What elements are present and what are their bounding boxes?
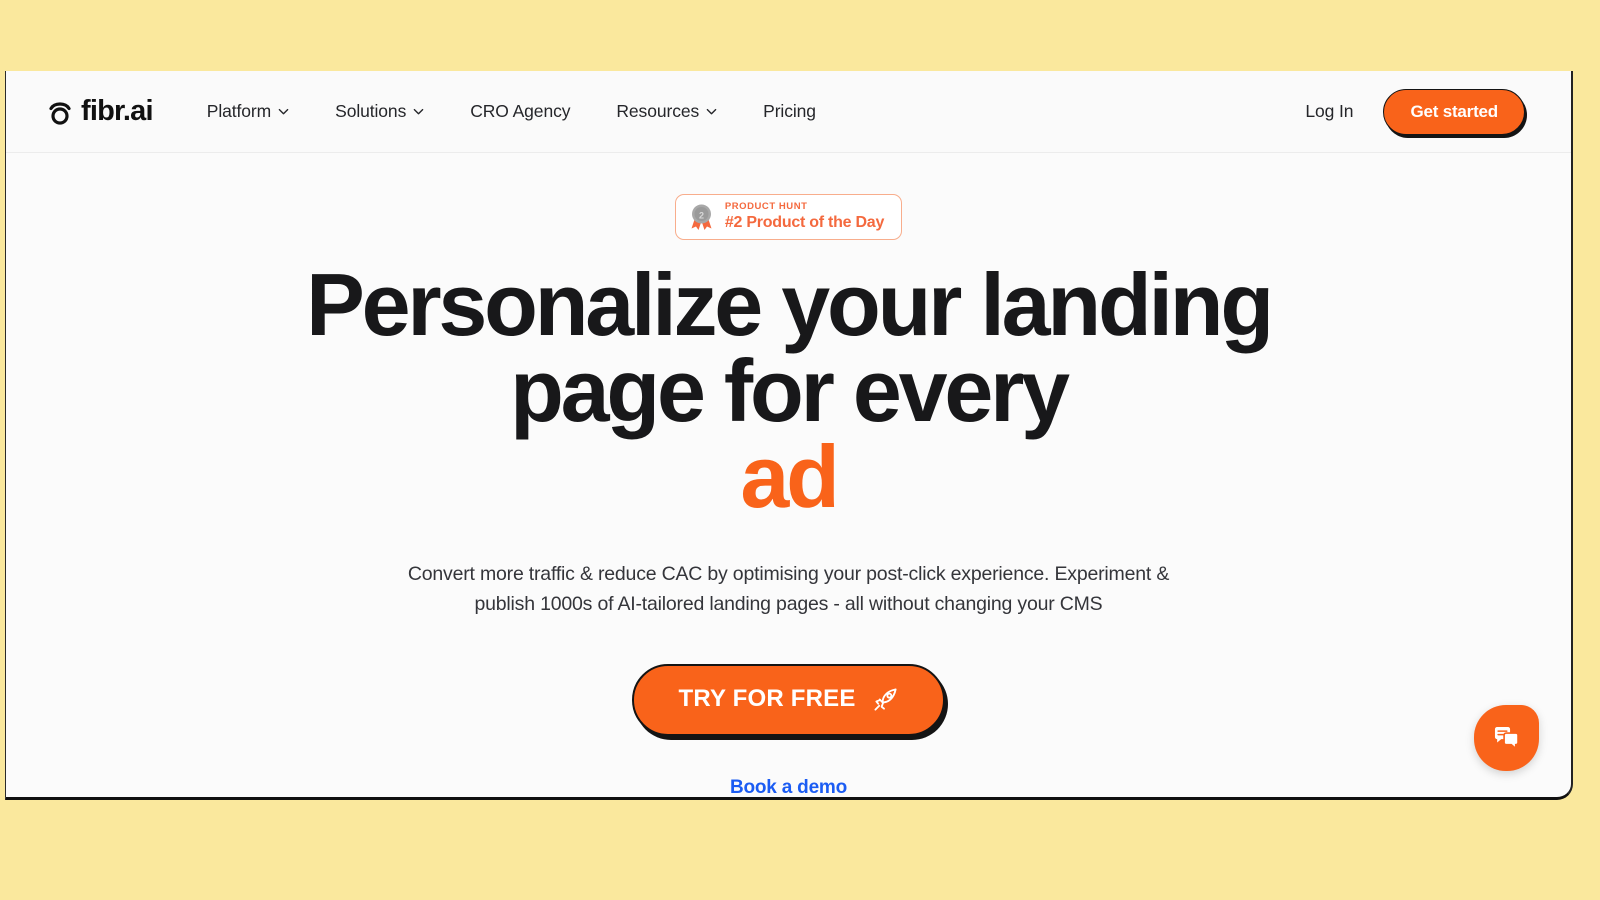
hero-subtitle-line-1: Convert more traffic & reduce CAC by opt… <box>407 563 1170 586</box>
brand-logo[interactable]: fibr.ai <box>46 95 154 127</box>
login-link[interactable]: Log In <box>1305 101 1353 122</box>
nav-item-cro-agency[interactable]: CRO Agency <box>470 100 571 121</box>
hero-subtitle-line-2: publish 1000s of AI-tailored landing pag… <box>474 593 1103 616</box>
nav-item-label: Resources <box>616 100 700 121</box>
nav-item-label: Pricing <box>763 100 816 121</box>
header-actions: Log In Get started <box>1305 88 1525 135</box>
nav-item-platform[interactable]: Platform <box>206 100 289 121</box>
site-header: fibr.ai Platform Solutions CRO Agency Re… <box>6 71 1571 153</box>
main-nav: Platform Solutions CRO Agency Resources <box>206 100 816 121</box>
nav-item-label: CRO Agency <box>470 100 571 121</box>
brand-name: fibr.ai <box>81 95 154 127</box>
product-hunt-badge[interactable]: 2 PRODUCT HUNT #2 Product of the Day <box>674 194 903 240</box>
get-started-button[interactable]: Get started <box>1383 88 1525 135</box>
book-a-demo-link[interactable]: Book a demo <box>729 776 847 797</box>
nav-item-label: Solutions <box>335 100 407 121</box>
product-hunt-title: #2 Product of the Day <box>724 213 885 231</box>
chat-bubbles-icon <box>1493 726 1520 751</box>
hero-subtitle: Convert more traffic & reduce CAC by opt… <box>6 560 1571 619</box>
hero-title-line-2: page for every <box>510 341 1070 440</box>
product-hunt-kicker: PRODUCT HUNT <box>724 201 808 212</box>
page-title: Personalize your landing page for every … <box>6 254 1571 527</box>
try-for-free-button[interactable]: TRY FOR FREE <box>632 663 945 736</box>
product-hunt-badge-text: PRODUCT HUNT #2 Product of the Day <box>725 202 884 232</box>
hero-title-accent: ad <box>740 427 839 527</box>
chevron-down-icon <box>278 106 289 117</box>
svg-text:2: 2 <box>699 210 704 220</box>
try-for-free-label: TRY FOR FREE <box>678 685 856 713</box>
hero-section: 2 PRODUCT HUNT #2 Product of the Day Per… <box>6 153 1571 797</box>
hero-title-line-1: Personalize your landing <box>306 254 1274 354</box>
chevron-down-icon <box>413 106 424 117</box>
cta-container: TRY FOR FREE <box>6 663 1571 736</box>
nav-item-solutions[interactable]: Solutions <box>335 100 424 121</box>
browser-viewport: fibr.ai Platform Solutions CRO Agency Re… <box>5 71 1573 800</box>
nav-item-resources[interactable]: Resources <box>616 100 717 121</box>
chevron-down-icon <box>706 106 717 117</box>
nav-item-label: Platform <box>206 100 272 121</box>
chat-widget-button[interactable] <box>1474 705 1539 771</box>
medal-icon: 2 <box>688 203 715 231</box>
rocket-icon <box>872 686 899 713</box>
nav-item-pricing[interactable]: Pricing <box>763 100 816 121</box>
eye-circle-icon <box>46 98 74 126</box>
demo-link-container: Book a demo <box>6 776 1571 797</box>
